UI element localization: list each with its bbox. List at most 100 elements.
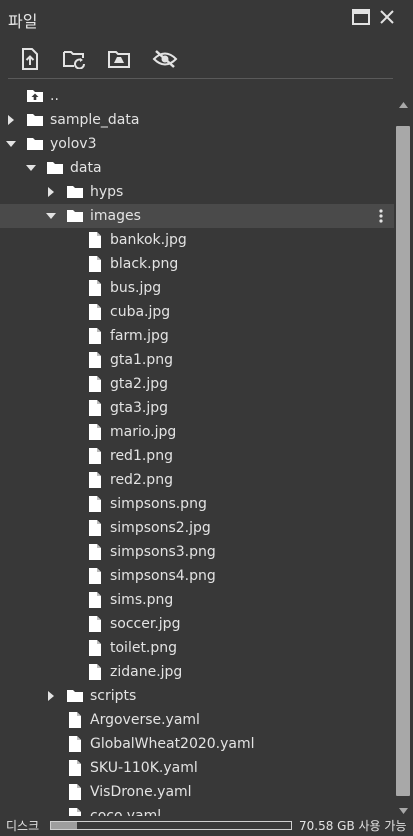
tree-item-label: mario.jpg (110, 424, 177, 440)
tree-folder-row[interactable]: sample_data (0, 108, 394, 132)
chevron-down-icon[interactable] (46, 211, 56, 221)
tree-folder-row[interactable]: images (0, 204, 394, 228)
file-icon (86, 471, 104, 489)
tree-file-row[interactable]: red1.png (0, 444, 394, 468)
file-icon (86, 423, 104, 441)
tree-item-label: red2.png (110, 472, 173, 488)
file-icon (86, 399, 104, 417)
panel-header: 파일 (0, 0, 413, 36)
more-options-icon[interactable] (378, 208, 384, 224)
tree-item-label: simpsons3.png (110, 544, 216, 560)
tree-item-label: cuba.jpg (110, 304, 171, 320)
tree-item-label: simpsons4.png (110, 568, 216, 584)
tree-parent-row[interactable]: .. (0, 84, 394, 108)
tree-item-label: data (70, 160, 102, 176)
chevron-right-icon[interactable] (46, 691, 56, 701)
close-icon[interactable] (376, 6, 398, 28)
tree-file-row[interactable]: mario.jpg (0, 420, 394, 444)
hide-eye-icon[interactable] (152, 46, 178, 72)
tree-file-row[interactable]: simpsons3.png (0, 540, 394, 564)
folder-icon (26, 111, 44, 129)
tree-item-label: black.png (110, 256, 179, 272)
tree-file-row[interactable]: VisDrone.yaml (0, 780, 394, 804)
tree-file-row[interactable]: bankok.jpg (0, 228, 394, 252)
chevron-down-icon[interactable] (6, 139, 16, 149)
tree-item-label: simpsons.png (110, 496, 207, 512)
tree-item-label: yolov3 (50, 136, 97, 152)
file-icon (86, 567, 104, 585)
folder-icon (66, 207, 84, 225)
tree-file-row[interactable]: toilet.png (0, 636, 394, 660)
tree-file-row[interactable]: black.png (0, 252, 394, 276)
tree-item-label: soccer.jpg (110, 616, 181, 632)
tree-item-label: bankok.jpg (110, 232, 187, 248)
upload-file-icon[interactable] (17, 46, 43, 72)
tree-scrollbar[interactable] (394, 96, 413, 816)
tree-item-label: sims.png (110, 592, 174, 608)
file-icon (86, 663, 104, 681)
tree-file-row[interactable]: coco.yaml (0, 804, 394, 816)
tree-file-row[interactable]: cuba.jpg (0, 300, 394, 324)
tree-folder-row[interactable]: scripts (0, 684, 394, 708)
file-icon (86, 303, 104, 321)
tree-item-label: coco.yaml (90, 808, 162, 816)
mount-drive-icon[interactable] (106, 46, 132, 72)
tree-item-label: gta3.jpg (110, 400, 168, 416)
file-icon (86, 495, 104, 513)
tree-file-row[interactable]: bus.jpg (0, 276, 394, 300)
tree-file-row[interactable]: SKU-110K.yaml (0, 756, 394, 780)
tree-file-row[interactable]: simpsons2.jpg (0, 516, 394, 540)
folder-icon (46, 159, 64, 177)
tree-file-row[interactable]: simpsons.png (0, 492, 394, 516)
tree-item-label: scripts (90, 688, 137, 704)
tree-item-label: bus.jpg (110, 280, 162, 296)
file-icon (86, 231, 104, 249)
tree-item-label: hyps (90, 184, 124, 200)
file-icon (66, 735, 84, 753)
folder-icon (66, 687, 84, 705)
tree-file-row[interactable]: gta3.jpg (0, 396, 394, 420)
refresh-folder-icon[interactable] (61, 46, 87, 72)
tree-folder-row[interactable]: hyps (0, 180, 394, 204)
tree-file-row[interactable]: simpsons4.png (0, 564, 394, 588)
tree-file-row[interactable]: soccer.jpg (0, 612, 394, 636)
tree-item-label: GlobalWheat2020.yaml (90, 736, 255, 752)
file-icon (66, 759, 84, 777)
scroll-up-arrow-icon[interactable] (399, 96, 408, 112)
file-icon (66, 711, 84, 729)
disk-free-text: 70.58 GB 사용 가능 (299, 819, 407, 833)
tree-file-row[interactable]: zidane.jpg (0, 660, 394, 684)
tree-file-row[interactable]: gta2.jpg (0, 372, 394, 396)
file-tree: .. sample_data yolov3 data hyps images bankok.… (0, 84, 394, 816)
file-icon (66, 783, 84, 801)
file-icon (86, 543, 104, 561)
tree-file-row[interactable]: red2.png (0, 468, 394, 492)
tree-folder-row[interactable]: yolov3 (0, 132, 394, 156)
folder-icon (66, 183, 84, 201)
folder-icon (26, 135, 44, 153)
file-icon (86, 255, 104, 273)
tree-file-row[interactable]: Argoverse.yaml (0, 708, 394, 732)
tree-file-row[interactable]: GlobalWheat2020.yaml (0, 732, 394, 756)
file-icon (86, 447, 104, 465)
tree-file-row[interactable]: sims.png (0, 588, 394, 612)
file-icon (86, 519, 104, 537)
file-icon (86, 591, 104, 609)
chevron-right-icon[interactable] (46, 187, 56, 197)
file-icon (86, 615, 104, 633)
file-icon (86, 327, 104, 345)
tree-file-row[interactable]: farm.jpg (0, 324, 394, 348)
tree-item-label: toilet.png (110, 640, 178, 656)
chevron-down-icon[interactable] (26, 163, 36, 173)
tree-folder-row[interactable]: data (0, 156, 394, 180)
files-toolbar (0, 40, 413, 76)
tree-item-label: simpsons2.jpg (110, 520, 211, 536)
tree-file-row[interactable]: gta1.png (0, 348, 394, 372)
tree-item-label: images (90, 208, 141, 224)
tree-item-label: red1.png (110, 448, 173, 464)
scroll-thumb[interactable] (396, 126, 410, 796)
maximize-icon[interactable] (350, 6, 372, 28)
file-icon (86, 639, 104, 657)
file-icon (86, 351, 104, 369)
chevron-right-icon[interactable] (6, 115, 16, 125)
